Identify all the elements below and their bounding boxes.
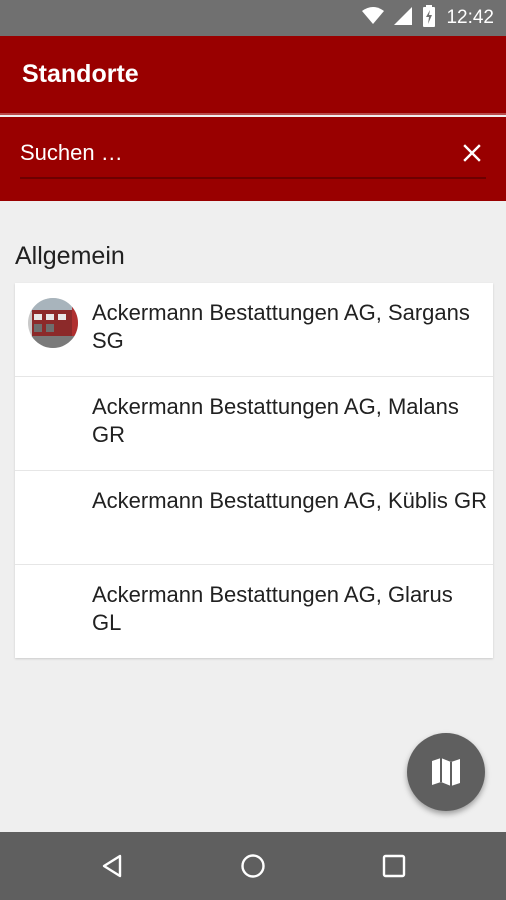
status-bar: 12:42 xyxy=(0,0,506,36)
back-button[interactable] xyxy=(93,846,133,886)
back-icon xyxy=(102,854,122,878)
system-nav-bar xyxy=(0,832,506,900)
wifi-icon xyxy=(362,6,385,30)
signal-icon xyxy=(394,6,413,30)
clear-search-button[interactable] xyxy=(456,137,488,169)
home-button[interactable] xyxy=(233,846,273,886)
close-icon xyxy=(463,144,481,162)
app-bar: Standorte xyxy=(0,36,506,115)
location-name: Ackermann Bestattungen AG, Malans GR xyxy=(92,394,459,447)
section-title: Allgemein xyxy=(15,242,125,270)
location-name: Ackermann Bestattungen AG, Küblis GR xyxy=(92,488,487,513)
location-name: Ackermann Bestattungen AG, Sargans SG xyxy=(92,300,470,353)
location-thumbnail xyxy=(28,298,78,348)
list-item-sargans[interactable]: Ackermann Bestattungen AG, Sargans SG xyxy=(15,283,493,377)
search-input[interactable] xyxy=(20,135,420,171)
home-icon xyxy=(241,854,265,878)
status-icons: 12:42 xyxy=(362,0,494,36)
list-item-kueblis[interactable]: Ackermann Bestattungen AG, Küblis GR xyxy=(15,471,493,565)
search-underline xyxy=(20,177,486,179)
list-item-malans[interactable]: Ackermann Bestattungen AG, Malans GR xyxy=(15,377,493,471)
recents-button[interactable] xyxy=(374,846,414,886)
page-title: Standorte xyxy=(22,60,139,88)
location-list: Ackermann Bestattungen AG, Sargans SG Ac… xyxy=(15,283,493,658)
map-fab-button[interactable] xyxy=(407,733,485,811)
recents-icon xyxy=(382,854,406,878)
list-item-glarus[interactable]: Ackermann Bestattungen AG, Glarus GL xyxy=(15,565,493,658)
location-name: Ackermann Bestattungen AG, Glarus GL xyxy=(92,582,453,635)
battery-charging-icon xyxy=(422,4,436,32)
search-bar xyxy=(0,117,506,201)
map-icon xyxy=(432,758,460,786)
clock: 12:42 xyxy=(446,7,494,28)
